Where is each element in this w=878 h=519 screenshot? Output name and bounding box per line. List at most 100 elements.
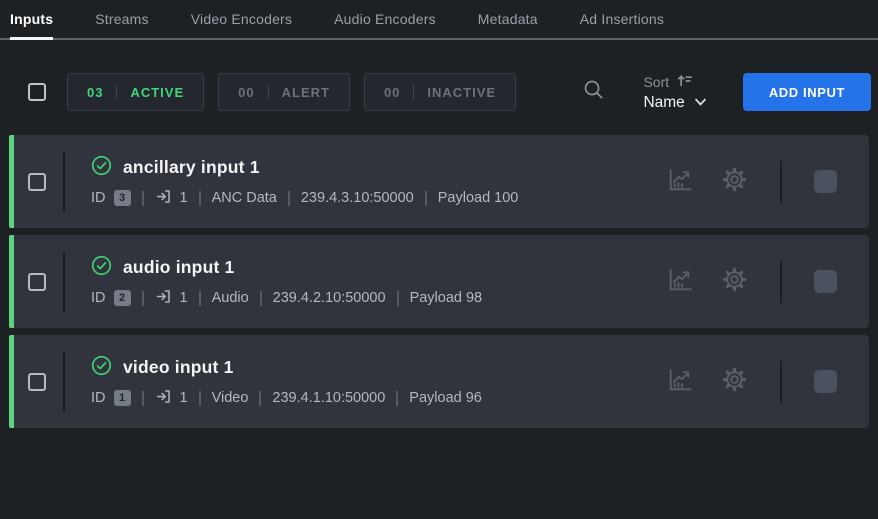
stream-input-icon	[155, 388, 172, 409]
status-filter-button[interactable]: 03 ACTIVE	[67, 73, 204, 111]
status-check-icon	[91, 155, 112, 181]
stats-button[interactable]	[666, 365, 695, 399]
id-label: ID	[91, 390, 106, 406]
input-payload: Payload 96	[409, 390, 482, 406]
meta-divider	[288, 191, 290, 206]
id-badge: 2	[114, 290, 131, 306]
stop-button[interactable]	[814, 170, 837, 193]
sort-ascending-icon	[676, 73, 693, 91]
sort-dropdown[interactable]: Sort Name	[643, 73, 706, 112]
id-label: ID	[91, 190, 106, 206]
tab-label: Streams	[95, 11, 149, 27]
stats-button[interactable]	[666, 165, 695, 199]
gear-icon	[721, 266, 748, 298]
meta-divider	[142, 391, 144, 406]
stream-input-icon	[155, 288, 172, 309]
actions-divider	[780, 261, 782, 303]
tab[interactable]: Metadata	[478, 0, 538, 40]
tab-label: Ad Insertions	[580, 11, 664, 27]
row-checkbox[interactable]	[28, 373, 46, 391]
filter-divider	[116, 85, 117, 99]
input-meta: ID 3 1	[91, 188, 518, 209]
search-icon	[582, 78, 605, 106]
status-filter-button[interactable]: 00 ALERT	[218, 73, 350, 111]
row-main: video input 1 ID 1	[91, 355, 482, 409]
input-list: ancillary input 1 ID 3	[9, 135, 869, 428]
tab[interactable]: Video Encoders	[191, 0, 292, 40]
settings-button[interactable]	[721, 166, 748, 198]
input-row[interactable]: video input 1 ID 1	[9, 335, 869, 428]
stop-button[interactable]	[814, 270, 837, 293]
input-payload: Payload 100	[438, 190, 519, 206]
actions-divider	[780, 361, 782, 403]
input-address: 239.4.1.10:50000	[272, 390, 385, 406]
meta-divider	[199, 391, 201, 406]
filter-label: ACTIVE	[130, 85, 184, 100]
filter-count: 00	[238, 85, 254, 100]
tab[interactable]: Audio Encoders	[334, 0, 436, 40]
tab[interactable]: Ad Insertions	[580, 0, 664, 40]
status-check-icon	[91, 255, 112, 281]
filter-divider	[413, 85, 414, 99]
stats-chart-icon	[666, 365, 695, 399]
status-filters: 03 ACTIVE 00 ALERT 00 INACTIVE	[67, 73, 516, 111]
row-main: audio input 1 ID 2	[91, 255, 482, 309]
input-address: 239.4.3.10:50000	[301, 190, 414, 206]
tab-label: Audio Encoders	[334, 11, 436, 27]
meta-divider	[425, 191, 427, 206]
tab[interactable]: Inputs	[10, 0, 53, 40]
input-name: audio input 1	[123, 257, 234, 278]
meta-divider	[199, 291, 201, 306]
meta-divider	[142, 191, 144, 206]
stats-button[interactable]	[666, 265, 695, 299]
input-row[interactable]: audio input 1 ID 2	[9, 235, 869, 328]
input-name: ancillary input 1	[123, 157, 260, 178]
input-meta: ID 1 1	[91, 388, 482, 409]
settings-button[interactable]	[721, 266, 748, 298]
filter-label: ALERT	[282, 85, 330, 100]
sort-header: Sort	[643, 73, 706, 91]
search-button[interactable]	[582, 78, 605, 106]
chevron-down-icon	[694, 94, 707, 112]
id-badge: 1	[114, 390, 131, 406]
tab[interactable]: Streams	[95, 0, 149, 40]
row-actions	[666, 361, 869, 403]
row-divider	[63, 352, 65, 412]
sort-label: Sort	[643, 74, 669, 90]
input-type: Audio	[212, 290, 249, 306]
input-name: video input 1	[123, 357, 234, 378]
id-badge: 3	[114, 190, 131, 206]
filter-count: 00	[384, 85, 400, 100]
stream-count: 1	[180, 190, 188, 206]
status-filter-button[interactable]: 00 INACTIVE	[364, 73, 516, 111]
gear-icon	[721, 166, 748, 198]
row-divider	[63, 152, 65, 212]
stop-button[interactable]	[814, 370, 837, 393]
settings-button[interactable]	[721, 366, 748, 398]
stream-count: 1	[180, 290, 188, 306]
gear-icon	[721, 366, 748, 398]
row-divider	[63, 252, 65, 312]
tab-bar: Inputs Streams Video Encoders Audio Enco…	[0, 0, 878, 40]
add-input-button[interactable]: ADD INPUT	[743, 73, 871, 111]
toolbar: 03 ACTIVE 00 ALERT 00 INACTIVE	[0, 73, 878, 111]
filter-divider	[268, 85, 269, 99]
sort-value: Name	[643, 94, 684, 112]
stream-count: 1	[180, 390, 188, 406]
meta-divider	[142, 291, 144, 306]
filter-label: INACTIVE	[427, 85, 496, 100]
tab-label: Metadata	[478, 11, 538, 27]
meta-divider	[199, 191, 201, 206]
row-checkbox[interactable]	[28, 173, 46, 191]
input-row[interactable]: ancillary input 1 ID 3	[9, 135, 869, 228]
stats-chart-icon	[666, 165, 695, 199]
row-actions	[666, 261, 869, 303]
sort-value-row: Name	[643, 94, 706, 112]
select-all-checkbox[interactable]	[28, 83, 46, 101]
meta-divider	[396, 391, 398, 406]
stream-input-icon	[155, 188, 172, 209]
row-main: ancillary input 1 ID 3	[91, 155, 518, 209]
row-checkbox[interactable]	[28, 273, 46, 291]
tab-label: Video Encoders	[191, 11, 292, 27]
filter-count: 03	[87, 85, 103, 100]
